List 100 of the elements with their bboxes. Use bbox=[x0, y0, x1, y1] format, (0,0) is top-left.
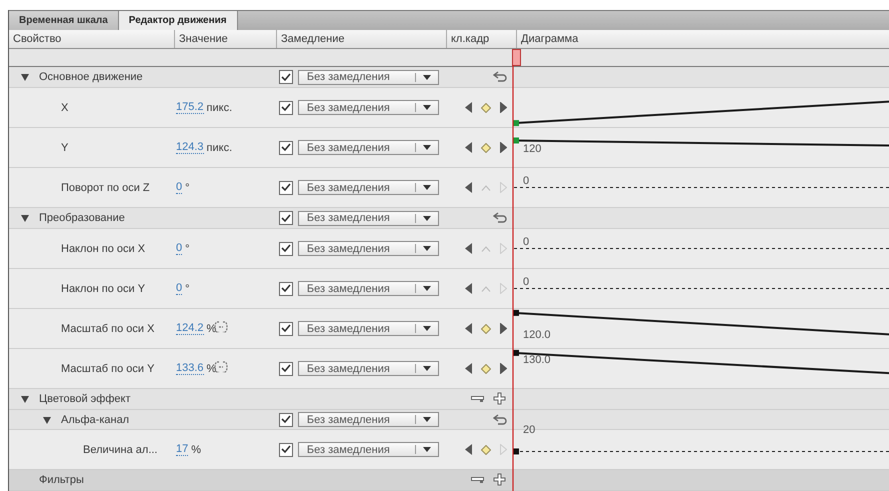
add-icon[interactable] bbox=[493, 392, 507, 406]
value-link[interactable]: 124.2 bbox=[176, 322, 204, 335]
caret-icon bbox=[423, 366, 431, 371]
collapse-arrow-icon[interactable] bbox=[43, 416, 51, 424]
checkbox[interactable] bbox=[279, 442, 293, 456]
value-link[interactable]: 17 bbox=[176, 443, 188, 456]
tab[interactable]: Редактор движения bbox=[118, 11, 238, 30]
property-label: Наклон по оси Y bbox=[61, 282, 146, 294]
property-label: Величина ал... bbox=[83, 444, 158, 456]
checkbox[interactable] bbox=[279, 180, 293, 194]
caret-icon bbox=[423, 185, 431, 190]
previous-keyframe-icon[interactable] bbox=[465, 323, 472, 334]
next-keyframe-icon[interactable] bbox=[500, 102, 507, 113]
keyframe-diamond-icon[interactable] bbox=[481, 444, 491, 454]
remove-icon[interactable] bbox=[471, 395, 484, 403]
caret-icon bbox=[423, 417, 431, 422]
value-link[interactable]: 0 bbox=[176, 242, 182, 255]
previous-keyframe-icon[interactable] bbox=[465, 243, 472, 254]
reset-icon[interactable] bbox=[493, 414, 507, 426]
value-link[interactable]: 124.3 bbox=[176, 141, 204, 154]
property-label: Поворот по оси Z bbox=[61, 182, 150, 194]
graph-value-label: 0 bbox=[523, 236, 530, 248]
column-header: кл.кадр bbox=[451, 32, 490, 45]
column-header: Диаграмма bbox=[521, 32, 578, 45]
link-icon[interactable] bbox=[214, 321, 228, 333]
collapse-arrow-icon[interactable] bbox=[21, 74, 29, 81]
unit-label: % bbox=[206, 362, 216, 374]
graph-value-label: 0 bbox=[523, 176, 530, 187]
checkbox[interactable] bbox=[279, 140, 293, 154]
value-link[interactable]: 133.6 bbox=[176, 362, 204, 375]
add-icon[interactable] bbox=[493, 473, 507, 487]
ease-dropdown[interactable]: Без замедления bbox=[298, 70, 439, 84]
unit-label: пикс. bbox=[206, 102, 232, 114]
checkbox[interactable] bbox=[279, 70, 293, 84]
group-label: Основное движение bbox=[39, 71, 143, 83]
remove-icon[interactable] bbox=[471, 476, 484, 484]
next-keyframe-icon[interactable] bbox=[500, 142, 507, 153]
keyframe-diamond-icon[interactable] bbox=[481, 324, 491, 334]
previous-keyframe-icon[interactable] bbox=[465, 283, 472, 294]
unit-label: пикс. bbox=[206, 142, 232, 154]
group-label: Цветовой эффект bbox=[39, 393, 130, 405]
column-header: Свойство bbox=[13, 32, 62, 45]
caret-icon bbox=[423, 286, 431, 291]
keyframe-diamond-icon[interactable] bbox=[481, 142, 491, 152]
ease-dropdown[interactable]: Без замедления bbox=[298, 241, 439, 256]
checkbox[interactable] bbox=[279, 282, 293, 296]
ease-dropdown[interactable]: Без замедления bbox=[298, 100, 439, 115]
checkbox[interactable] bbox=[279, 362, 293, 376]
value-link[interactable]: 175.2 bbox=[176, 101, 204, 114]
group-label: Альфа-канал bbox=[61, 414, 130, 426]
property-label: Масштаб по оси X bbox=[61, 322, 154, 334]
next-keyframe-icon[interactable] bbox=[500, 323, 507, 334]
previous-keyframe-icon[interactable] bbox=[465, 102, 472, 113]
graph-value-label: 130.0 bbox=[523, 354, 551, 366]
property-label: Масштаб по оси Y bbox=[61, 362, 154, 374]
tab[interactable]: Временная шкала bbox=[9, 11, 119, 30]
collapse-arrow-icon[interactable] bbox=[21, 215, 29, 222]
checkbox[interactable] bbox=[279, 412, 293, 426]
keyframe-diamond-icon[interactable] bbox=[481, 102, 491, 112]
caret-icon bbox=[423, 145, 431, 150]
playhead[interactable] bbox=[512, 49, 521, 491]
unit-label: ° bbox=[185, 182, 190, 194]
value-link[interactable]: 0 bbox=[176, 282, 182, 295]
reset-icon[interactable] bbox=[493, 212, 507, 224]
caret-icon bbox=[423, 326, 431, 331]
column-header: Значение bbox=[179, 32, 228, 45]
ease-dropdown[interactable]: Без замедления bbox=[298, 281, 439, 296]
caret-icon bbox=[423, 216, 431, 220]
value-link[interactable]: 0 bbox=[176, 181, 182, 194]
property-label: Y bbox=[61, 142, 68, 154]
ease-dropdown[interactable]: Без замедления bbox=[298, 180, 439, 195]
previous-keyframe-icon[interactable] bbox=[465, 142, 472, 153]
collapse-arrow-icon[interactable] bbox=[21, 396, 29, 403]
caret-icon bbox=[423, 74, 431, 80]
previous-keyframe-icon[interactable] bbox=[465, 363, 472, 374]
caret-icon bbox=[423, 246, 431, 251]
keyframe-diamond-icon[interactable] bbox=[481, 364, 491, 374]
reset-icon[interactable] bbox=[493, 71, 507, 83]
checkbox[interactable] bbox=[279, 100, 293, 114]
next-keyframe-icon[interactable] bbox=[500, 363, 507, 374]
unit-label: ° bbox=[185, 282, 190, 294]
ease-dropdown[interactable]: Без замедления bbox=[298, 412, 439, 427]
checkbox[interactable] bbox=[279, 322, 293, 336]
previous-keyframe-icon[interactable] bbox=[465, 182, 472, 193]
ease-dropdown[interactable]: Без замедления bbox=[298, 140, 439, 155]
checkbox[interactable] bbox=[279, 242, 293, 256]
link-icon[interactable] bbox=[214, 361, 228, 373]
graph-value-label: 20 bbox=[523, 425, 536, 436]
group-label: Преобразование bbox=[39, 212, 125, 224]
unit-label: ° bbox=[185, 242, 190, 254]
graph-value-label: 120.0 bbox=[523, 330, 551, 342]
checkbox[interactable] bbox=[279, 211, 293, 225]
ease-dropdown[interactable]: Без замедления bbox=[298, 210, 439, 226]
ease-dropdown[interactable]: Без замедления bbox=[298, 321, 439, 336]
ease-dropdown[interactable]: Без замедления bbox=[298, 361, 439, 376]
unit-label: % bbox=[191, 444, 202, 456]
property-label: X bbox=[61, 102, 68, 114]
graph-value-label: 120 bbox=[523, 144, 542, 156]
previous-keyframe-icon[interactable] bbox=[465, 444, 472, 455]
ease-dropdown[interactable]: Без замедления bbox=[298, 442, 439, 457]
